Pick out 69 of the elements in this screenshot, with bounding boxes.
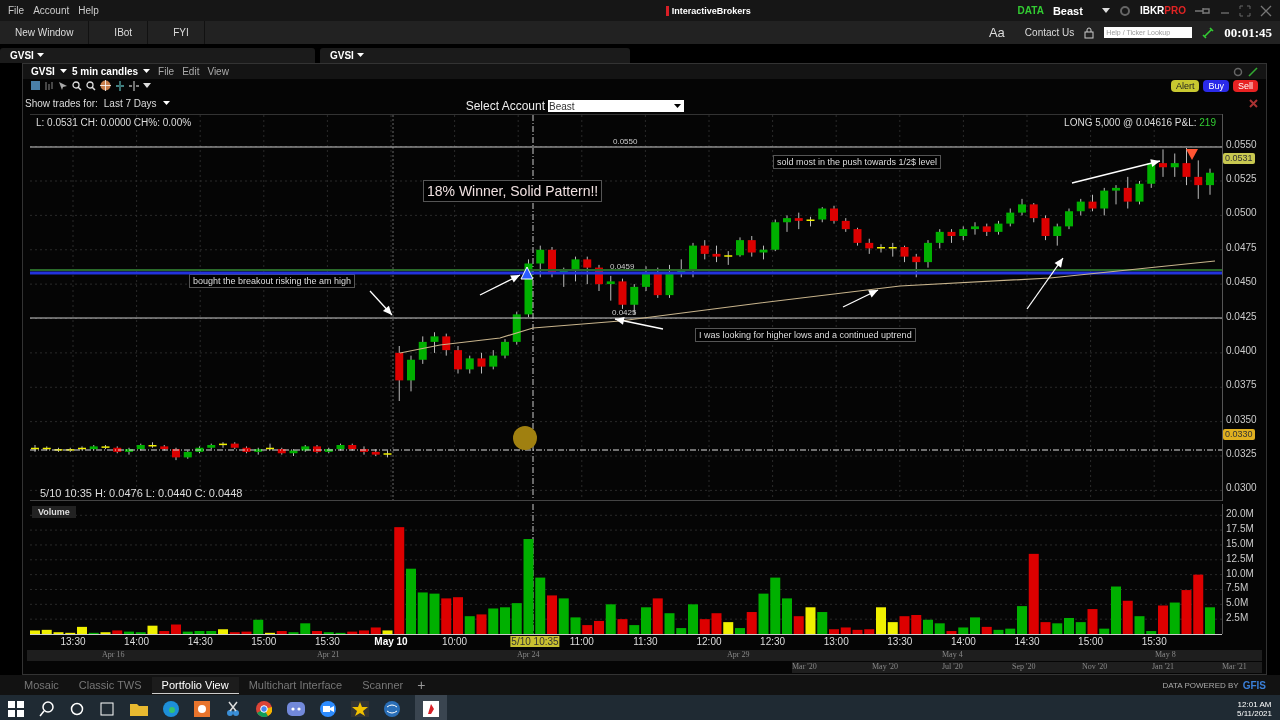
time-axis-label: 14:00	[124, 636, 150, 647]
price-axis-label: 0.0500	[1226, 207, 1257, 219]
range-date-label: Jan '21	[1152, 662, 1175, 671]
time-axis-label: 15:00	[1078, 636, 1104, 647]
price-axis-label: 0.0400	[1226, 344, 1257, 356]
range-date-label: May '20	[872, 662, 899, 671]
range-date-label: Mar '21	[1222, 662, 1247, 671]
volume-axis-label: 17.5M	[1226, 523, 1254, 535]
pane-title: Volume	[32, 506, 76, 518]
range-date-label: Mar '20	[792, 662, 817, 671]
data-label: DATA	[1017, 5, 1044, 16]
price-axis-label: 0.0375	[1226, 379, 1257, 391]
scroll-date-label: May 8	[1155, 650, 1176, 659]
time-axis-label: 11:00	[569, 636, 594, 647]
price-tag: 0.0330	[1223, 429, 1255, 440]
volume-axis-label: 2.5M	[1226, 612, 1249, 624]
scroll-date-label: Apr 16	[102, 650, 125, 659]
price-axis-label: 0.0525	[1226, 173, 1257, 184]
scroll-date-label: Apr 21	[317, 650, 340, 659]
time-axis-label: 12:00	[696, 636, 722, 647]
taskbar-date: 5/11/2021	[1237, 709, 1272, 718]
range-date-label: Nov '20	[1082, 662, 1108, 671]
price-tag: 0.0531	[1223, 153, 1255, 164]
bar-details: 5/10 10:35 H: 0.0476 L: 0.0440 C: 0.0448	[40, 487, 243, 499]
price-axis-label: 0.0450	[1226, 276, 1257, 288]
time-axis-label: 14:30	[187, 636, 213, 647]
vendor-logo: GFIS	[1242, 679, 1266, 691]
time-axis-label: 15:30	[1141, 636, 1167, 647]
volume-axis-label: 20.0M	[1226, 508, 1254, 520]
price-line-label: 0.0425	[612, 308, 637, 317]
time-axis-label: 13:30	[60, 636, 86, 647]
trades-label: Show trades for:	[25, 97, 98, 109]
price-axis-label: 0.0550	[1226, 138, 1257, 150]
price-axis-label: 0.0325	[1226, 448, 1257, 459]
volume-axis-label: 10.0M	[1226, 567, 1254, 579]
price-line-label: 0.0550	[613, 137, 638, 146]
account-label: Select Account	[465, 99, 545, 113]
brand-logo: IBKRPRO	[1139, 5, 1186, 16]
volume-axis-label: 5.0M	[1226, 597, 1249, 609]
time-axis-label: 15:30	[314, 636, 340, 647]
volume-axis-label: 12.5M	[1226, 552, 1254, 564]
volume-axis-label: 7.5M	[1226, 582, 1249, 594]
time-axis-label: 14:30	[1014, 636, 1040, 647]
time-axis-label: 15:00	[251, 636, 277, 647]
price-axis-label: 0.0425	[1226, 310, 1257, 322]
scroll-date-label: May 4	[942, 650, 963, 659]
data-credit: DATA POWERED BY	[1162, 680, 1239, 690]
session-clock: 00:01:45	[1224, 24, 1272, 41]
taskbar-time: 12:01 AM	[1237, 700, 1272, 709]
volume-axis-label: 15.0M	[1226, 537, 1254, 549]
time-axis-label: 14:00	[950, 636, 976, 647]
position-summary: LONG 5,000 @ 0.04616 P&L: 219	[1064, 117, 1216, 128]
price-axis-label: 0.0300	[1226, 482, 1257, 494]
price-line-label: 0.0459	[610, 262, 635, 271]
range-date-label: Sep '20	[1012, 662, 1036, 671]
time-axis-label: 11:30	[633, 636, 658, 647]
scroll-date-label: Apr 29	[727, 650, 750, 659]
time-axis-label: 10:00	[442, 636, 468, 647]
price-axis-label: 0.0475	[1226, 241, 1257, 253]
logo: InteractiveBrokers	[665, 5, 751, 16]
time-axis-label: 5/10 10:35	[510, 636, 560, 647]
price-stats: L: 0.0531 CH: 0.0000 CH%: 0.00%	[36, 117, 192, 128]
time-axis-label: 12:30	[760, 636, 786, 647]
price-axis-label: 0.0350	[1226, 413, 1257, 425]
scroll-date-label: Apr 24	[517, 650, 540, 659]
range-date-label: Jul '20	[942, 662, 963, 671]
time-axis-label: 13:30	[887, 636, 913, 647]
time-axis-label: May 10	[374, 636, 408, 647]
time-axis-label: 13:00	[823, 636, 849, 647]
